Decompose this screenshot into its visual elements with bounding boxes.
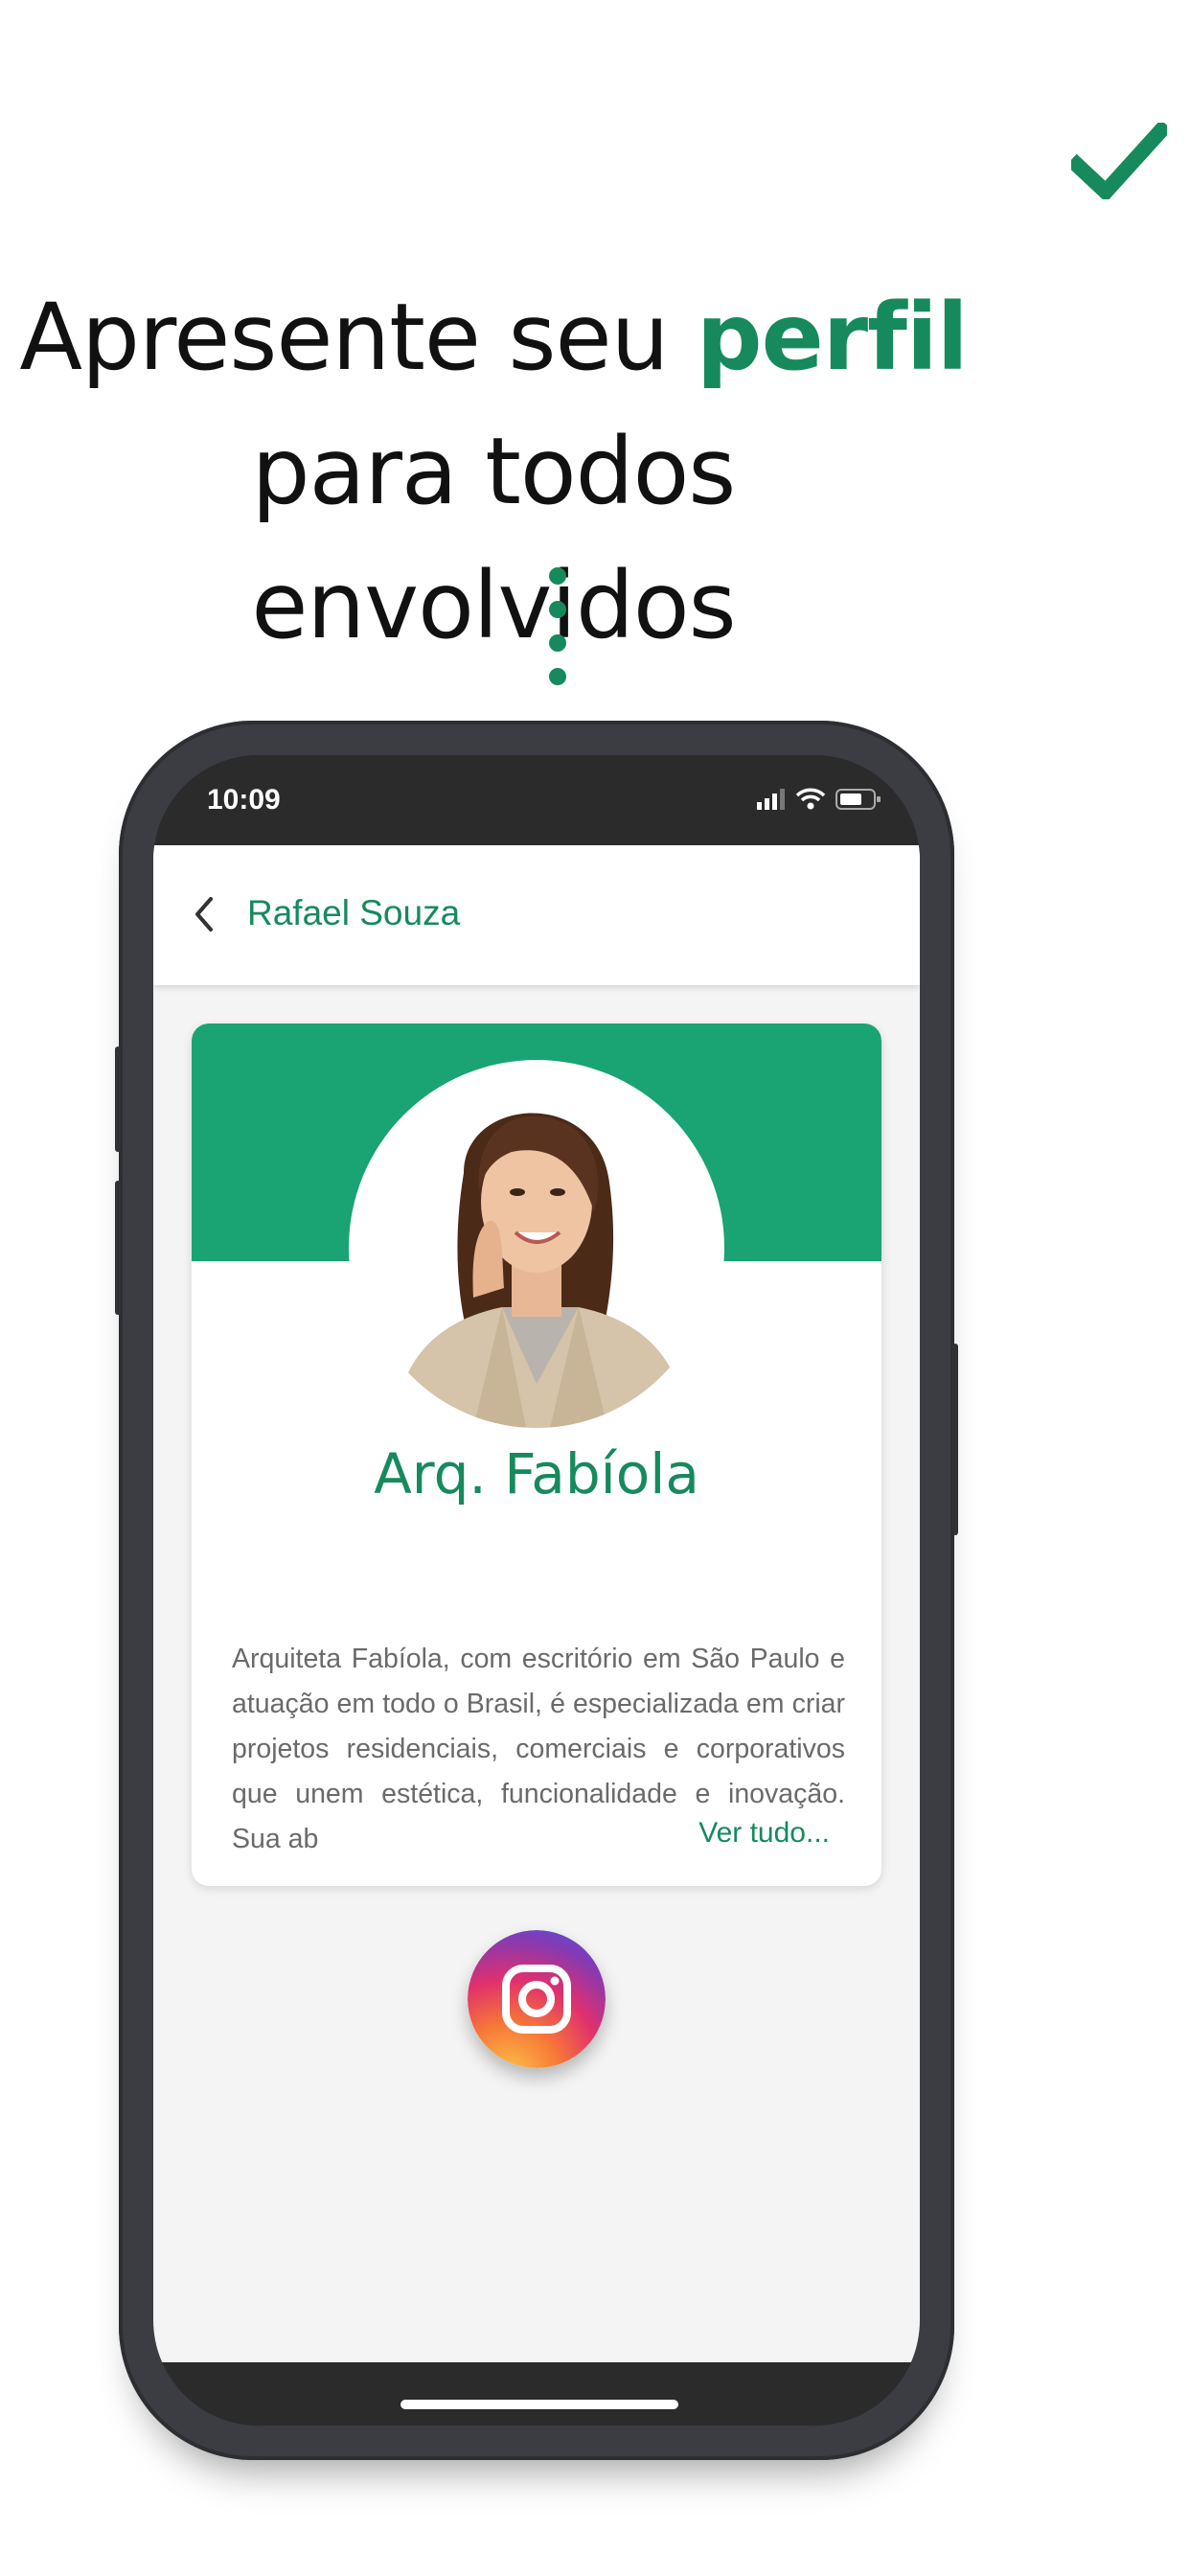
- avatar: [358, 1068, 715, 1428]
- headline-line-2: para todos envolvidos: [251, 418, 736, 659]
- nav-bar: Rafael Souza: [153, 845, 920, 985]
- home-indicator[interactable]: [400, 2400, 678, 2409]
- phone-screen: 10:09 Rafael Souza Arq. Fabíola Arquitet…: [153, 755, 920, 2426]
- wifi-icon: [795, 788, 826, 810]
- nav-title: Rafael Souza: [247, 893, 461, 932]
- phone-mute-switch: [115, 1046, 121, 1152]
- profile-card: Arq. Fabíola Arquiteta Fabíola, com escr…: [192, 1024, 881, 1886]
- signal-icon: [757, 789, 785, 810]
- headline: Apresente seu perfil para todos envolvid…: [0, 270, 987, 673]
- vertical-dots-icon: [549, 567, 568, 692]
- avatar-photo: [358, 1068, 715, 1428]
- app-content: Rafael Souza Arq. Fabíola Arquiteta Fabí…: [153, 845, 920, 2362]
- see-more-link[interactable]: Ver tudo...: [693, 1817, 830, 1850]
- chevron-left-icon[interactable]: [190, 895, 218, 933]
- instagram-button[interactable]: [468, 1930, 606, 2068]
- phone-mockup: 10:09 Rafael Souza Arq. Fabíola Arquitet…: [115, 721, 958, 2460]
- checkmark-icon: [1071, 123, 1167, 199]
- battery-icon: [835, 789, 881, 810]
- status-bar: 10:09: [153, 755, 920, 845]
- status-icons: [757, 788, 881, 811]
- home-bar-area: [153, 2362, 920, 2426]
- phone-power-button: [952, 1344, 958, 1535]
- headline-prefix: Apresente seu: [19, 284, 697, 391]
- profile-name: Arq. Fabíola: [374, 1441, 699, 1506]
- headline-line-1: Apresente seu perfil: [0, 270, 987, 404]
- phone-volume-button: [115, 1181, 121, 1315]
- status-time: 10:09: [207, 784, 281, 816]
- headline-accent: perfil: [696, 284, 969, 391]
- instagram-icon: [468, 1930, 606, 2068]
